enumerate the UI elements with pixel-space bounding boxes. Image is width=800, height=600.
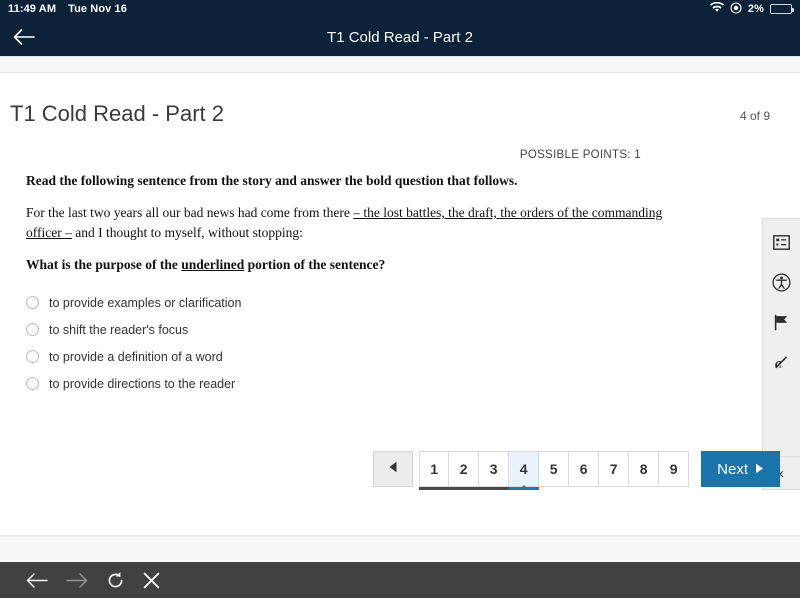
question-area: POSSIBLE POINTS: 1 Read the following se… [0,127,700,397]
page-number-button-active[interactable]: 4 [509,451,540,487]
answer-option-label: to provide examples or clarification [49,295,242,310]
pagination: 1 2 3 4 5 6 7 8 9 Next [373,451,780,490]
page-title: T1 Cold Read - Part 2 [10,101,224,126]
answer-option[interactable]: to provide examples or clarification [26,289,700,316]
status-bar-left: 11:49 AM Tue Nov 16 [8,3,127,15]
page-number-button[interactable]: 1 [419,451,450,487]
do-not-disturb-icon [730,1,742,17]
next-button-label: Next [717,460,748,478]
passage-post-text: and I thought to myself, without stoppin… [71,224,303,240]
app-title: T1 Cold Read - Part 2 [327,28,473,46]
question-instruction: Read the following sentence from the sto… [26,173,518,188]
status-bar-right: 2% [709,1,794,17]
accessibility-icon[interactable] [767,269,797,295]
footer-strip [0,536,800,562]
wifi-icon [709,1,724,16]
passage-pre-text: For the last two years all our bad news … [26,205,354,220]
app-header: T1 Cold Read - Part 2 [0,18,800,56]
answer-option[interactable]: to provide a definition of a word [26,343,700,370]
page-number-button[interactable]: 5 [539,451,570,487]
page-number-button[interactable]: 9 [659,451,690,487]
status-time: 11:49 AM [8,3,57,15]
current-page-caret-icon [519,485,530,490]
status-bar: 11:49 AM Tue Nov 16 2% [0,0,800,18]
radio-button-icon[interactable] [26,377,39,391]
reload-icon[interactable] [106,571,125,590]
flag-icon[interactable] [767,309,797,335]
radio-button-icon[interactable] [26,323,39,337]
page-number-button[interactable]: 3 [479,451,510,487]
browser-toolbar [0,562,800,598]
answer-eliminator-icon[interactable]: a [767,349,797,375]
radio-button-icon[interactable] [26,296,39,310]
possible-points: POSSIBLE POINTS: 1 [519,149,641,161]
answer-option-label: to shift the reader's focus [49,322,189,337]
previous-page-button[interactable] [373,451,414,487]
next-page-button[interactable]: Next [701,451,780,487]
status-date: Tue Nov 16 [68,3,127,15]
question-passage: For the last two years all our bad news … [26,203,698,242]
tool-rail: a ‹ [762,218,800,490]
page-counter: 4 of 9 [739,109,770,123]
page-header: T1 Cold Read - Part 2 4 of 9 [0,73,800,127]
page-number-button[interactable]: 6 [569,451,600,487]
header-sub-strip [0,56,800,73]
page-number-list: 1 2 3 4 5 6 7 8 9 [419,451,690,490]
answer-option[interactable]: to shift the reader's focus [26,316,700,343]
prompt-post-text: portion of the sentence? [244,257,386,273]
answer-options: to provide examples or clarification to … [26,289,700,397]
answer-option-label: to provide directions to the reader [49,376,236,391]
tool-rail-buttons: a [767,219,797,375]
radio-button-icon[interactable] [26,350,39,364]
arrow-right-icon[interactable] [66,572,88,589]
page-number-button[interactable]: 7 [599,451,630,487]
battery-icon [770,4,794,14]
assessment-content: T1 Cold Read - Part 2 4 of 9 POSSIBLE PO… [0,73,800,536]
close-x-icon[interactable] [143,572,160,589]
tablet-screen: 11:49 AM Tue Nov 16 2% T1 Cold Read - Pa… [0,0,800,600]
triangle-right-icon [755,461,764,478]
progress-underline [419,487,510,490]
arrow-left-icon[interactable] [26,572,48,589]
answer-option[interactable]: to provide directions to the reader [26,370,700,397]
prompt-pre-text: What is the purpose of the [26,257,182,273]
question-prompt: What is the purpose of the underlined po… [26,257,700,273]
prompt-underlined-word: underlined [181,257,245,273]
battery-percent: 2% [747,3,764,15]
page-number-button[interactable]: 8 [629,451,660,487]
reference-sheet-icon[interactable] [767,229,797,255]
answer-option-label: to provide a definition of a word [49,349,223,364]
page-number-button[interactable]: 2 [449,451,480,487]
triangle-left-icon [388,460,398,478]
